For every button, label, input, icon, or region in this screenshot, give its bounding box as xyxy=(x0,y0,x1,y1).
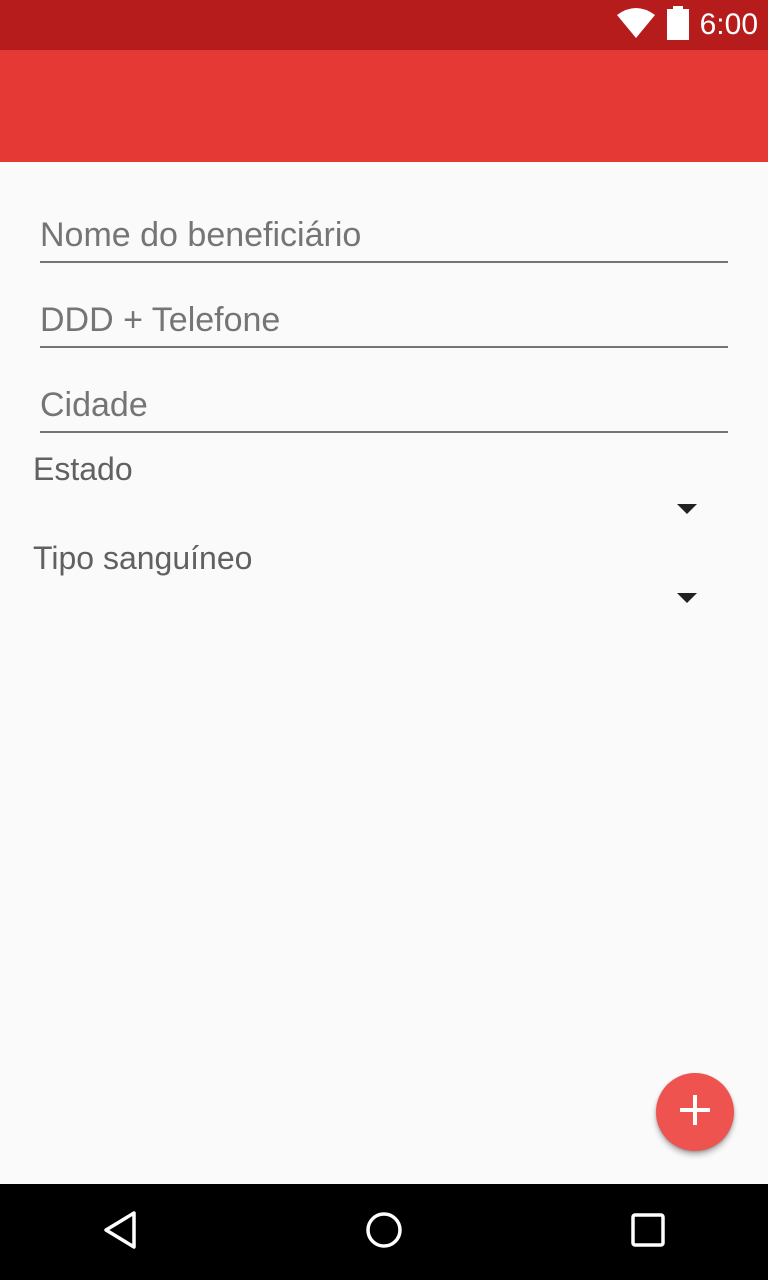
recents-button[interactable] xyxy=(618,1202,678,1262)
status-time: 6:00 xyxy=(699,8,758,41)
navigation-bar xyxy=(0,1184,768,1280)
dropdown-arrow-icon xyxy=(677,593,697,603)
phone-field xyxy=(40,288,728,348)
city-input[interactable] xyxy=(40,386,728,425)
recents-icon xyxy=(631,1212,665,1252)
dropdown-arrow-icon xyxy=(677,504,697,514)
blood-type-spinner[interactable] xyxy=(33,581,713,625)
back-icon xyxy=(102,1210,138,1255)
blood-type-label: Tipo sanguíneo xyxy=(33,540,253,576)
phone-input[interactable] xyxy=(40,301,728,340)
form-content: Estado Tipo sanguíneo xyxy=(0,162,768,1184)
name-input[interactable] xyxy=(40,216,728,255)
city-field xyxy=(40,373,728,433)
state-spinner[interactable] xyxy=(33,492,713,536)
add-button[interactable] xyxy=(656,1073,734,1151)
app-bar xyxy=(0,50,768,162)
status-icons: 6:00 xyxy=(616,0,758,50)
battery-icon xyxy=(666,5,690,45)
wifi-icon xyxy=(616,7,656,44)
status-bar: 6:00 xyxy=(0,0,768,50)
home-icon xyxy=(365,1211,403,1254)
name-field xyxy=(40,203,728,263)
state-label: Estado xyxy=(33,451,133,487)
back-button[interactable] xyxy=(90,1202,150,1262)
home-button[interactable] xyxy=(354,1202,414,1262)
plus-icon xyxy=(680,1094,710,1130)
